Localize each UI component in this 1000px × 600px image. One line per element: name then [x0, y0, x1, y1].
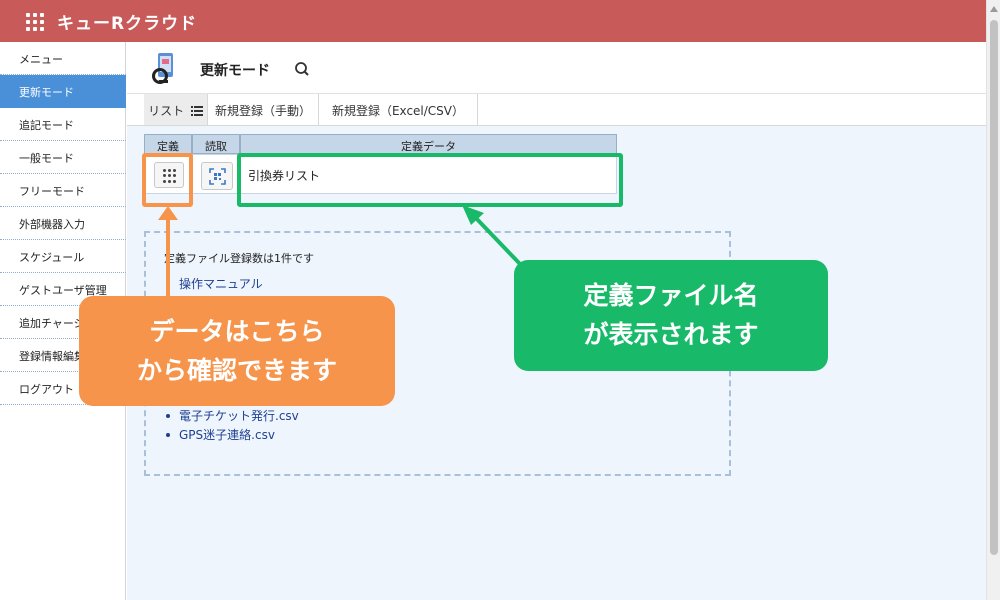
tab-list-label: リスト: [148, 104, 185, 118]
table-cell-read: [192, 154, 240, 194]
callout-orange-line-2: から確認できます: [136, 356, 337, 385]
apps-grid-icon[interactable]: [26, 13, 44, 31]
tab-manual-registration[interactable]: 新規登録（手動）: [208, 94, 319, 125]
sidebar-item-update-mode[interactable]: 更新モード: [0, 75, 126, 108]
scrollbar-thumb[interactable]: [990, 20, 998, 555]
file-link-gps-csv[interactable]: GPS迷子連絡.csv: [166, 426, 275, 443]
callout-orange-line-1: データはこちら: [149, 317, 325, 346]
callout-green-line-1: 定義ファイル名: [583, 281, 759, 310]
orange-arrow-line: [166, 214, 170, 299]
highlight-box-definition-button: [142, 153, 193, 207]
highlight-box-definition-data: [237, 153, 623, 207]
scroll-up-arrow-icon[interactable]: [990, 6, 998, 12]
sidebar-item-append-mode[interactable]: 追記モード: [0, 108, 126, 141]
title-bar: 更新モード: [127, 42, 986, 94]
callout-green-line-2: が表示されます: [583, 320, 759, 349]
sidebar-item-free-mode[interactable]: フリーモード: [0, 174, 126, 207]
sidebar-item-general-mode[interactable]: 一般モード: [0, 141, 126, 174]
tab-list[interactable]: リスト: [144, 94, 208, 125]
page-title: 更新モード: [200, 63, 270, 79]
list-icon: [190, 106, 203, 116]
update-mode-icon: [152, 53, 173, 84]
sidebar-item-menu[interactable]: メニュー: [0, 42, 126, 75]
sidebar-item-schedule[interactable]: スケジュール: [0, 240, 126, 273]
column-header-definition: 定義: [144, 134, 192, 154]
tab-bar: リスト 新規登録（手動） 新規登録（Excel/CSV）: [127, 94, 986, 126]
app-header: キューRクラウド: [0, 0, 986, 42]
search-icon[interactable]: [294, 61, 310, 77]
scan-button[interactable]: [201, 162, 233, 190]
tab-excel-csv-registration[interactable]: 新規登録（Excel/CSV）: [319, 94, 478, 125]
column-header-read: 読取: [192, 134, 240, 154]
app-title: キューRクラウド: [57, 14, 198, 34]
file-link-manual[interactable]: 操作マニュアル: [166, 275, 263, 292]
definition-count-text: 定義ファイル登録数は1件です: [164, 252, 314, 265]
qr-scan-icon: [209, 168, 226, 185]
callout-green: 定義ファイル名 が表示されます: [514, 260, 828, 371]
callout-orange: データはこちら から確認できます: [79, 296, 395, 406]
file-link-e-ticket-csv[interactable]: 電子チケット発行.csv: [166, 407, 299, 424]
sidebar-item-external-device[interactable]: 外部機器入力: [0, 207, 126, 240]
vertical-scrollbar[interactable]: [986, 0, 1000, 600]
column-header-definition-data: 定義データ: [240, 134, 617, 154]
